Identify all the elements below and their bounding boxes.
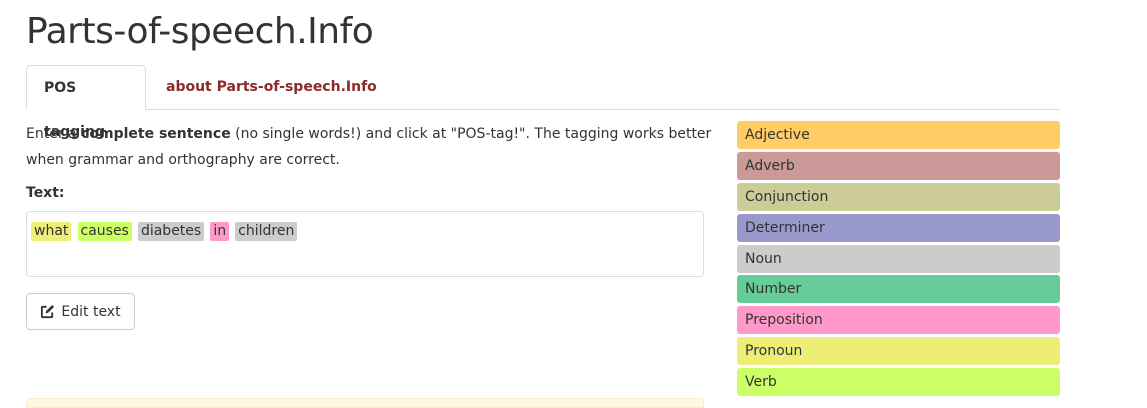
legend-item-preposition: Preposition [737,306,1060,335]
edit-icon [40,304,55,319]
tagged-word: children [235,222,298,241]
tagged-word: in [210,222,230,241]
text-label: Text: [26,185,65,201]
legend-item-pronoun: Pronoun [737,337,1060,366]
tab-pos-tagging[interactable]: POS tagging [26,65,146,140]
tagged-word: diabetes [137,222,205,241]
tagged-text-box: what causes diabetes in children [26,211,704,277]
tab-bar: POS tagging about Parts-of-speech.Info [26,65,1060,140]
legend-item-adjective: Adjective [737,121,1060,149]
intro-bold: complete sentence [81,126,231,142]
legend-item-conjunction: Conjunction [737,182,1060,211]
tab-about[interactable]: about Parts-of-speech.Info [149,65,394,109]
intro-part-1: Enter a [26,126,82,142]
tagged-word: causes [77,222,132,241]
legend-item-determiner: Determiner [737,213,1060,242]
legend-item-noun: Noun [737,244,1060,273]
legend-item-verb: Verb [737,368,1060,397]
legend-item-number: Number [737,275,1060,304]
result-panel [26,398,704,408]
intro-text: Enter a complete sentence (no single wor… [26,121,716,173]
tagged-word: what [31,222,72,241]
site-title: Parts-of-speech.Info [26,11,374,52]
legend-item-adverb: Adverb [737,151,1060,180]
pos-legend: Adjective Adverb Conjunction Determiner Noun… [737,121,1060,399]
edit-text-button[interactable]: Edit text [26,293,135,330]
edit-text-label: Edit text [61,303,121,320]
